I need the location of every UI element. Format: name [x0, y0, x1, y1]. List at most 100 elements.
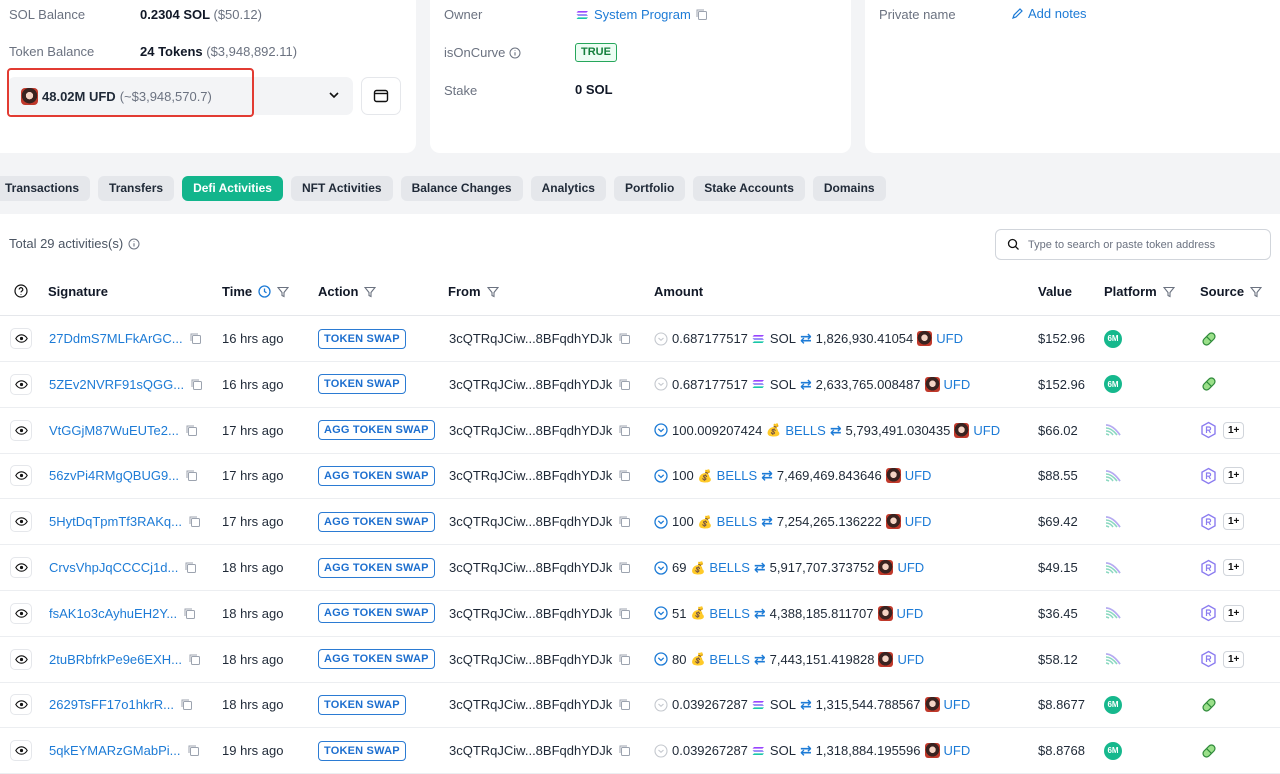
platform-badge[interactable]: 6M	[1104, 741, 1122, 760]
token-out[interactable]: UFD	[897, 606, 924, 621]
raydium-source-icon[interactable]	[1200, 559, 1217, 577]
col-from[interactable]: From	[448, 284, 499, 299]
from-address[interactable]: 3cQTRqJCiw...8BFqdhYDJk	[449, 697, 612, 712]
copy-icon[interactable]	[618, 607, 631, 620]
pill-source-icon[interactable]	[1200, 375, 1218, 393]
search-input[interactable]	[1026, 237, 1260, 252]
copy-icon[interactable]	[189, 332, 202, 345]
copy-icon[interactable]	[187, 744, 200, 757]
signature-link[interactable]: CrvsVhpJqCCCCj1d...	[49, 560, 178, 575]
aggregator-platform-icon[interactable]	[1104, 467, 1122, 485]
view-button[interactable]	[10, 465, 32, 487]
token-in[interactable]: SOL	[770, 377, 796, 392]
token-in[interactable]: SOL	[770, 743, 796, 758]
tab-defi-activities[interactable]: Defi Activities	[182, 176, 283, 201]
more-sources-badge[interactable]: 1+	[1223, 421, 1245, 439]
info-icon[interactable]	[128, 238, 140, 250]
view-button[interactable]	[10, 373, 32, 395]
table-row[interactable]: 5qkEYMARzGMabPi... 19 hrs ago TOKEN SWAP…	[0, 728, 1280, 774]
token-out[interactable]: UFD	[905, 514, 932, 529]
table-row[interactable]: CrvsVhpJqCCCCj1d... 18 hrs ago AGG TOKEN…	[0, 545, 1280, 591]
signature-link[interactable]: VtGGjM87WuEUTe2...	[49, 423, 179, 438]
pill-source-icon[interactable]	[1200, 330, 1218, 348]
token-out[interactable]: UFD	[973, 423, 1000, 438]
token-out[interactable]: UFD	[905, 468, 932, 483]
token-in[interactable]: BELLS	[717, 514, 757, 529]
more-sources-badge[interactable]: 1+	[1223, 513, 1245, 531]
view-button[interactable]	[10, 557, 32, 578]
tab-balance-changes[interactable]: Balance Changes	[400, 176, 523, 201]
raydium-source-icon[interactable]	[1200, 513, 1217, 531]
from-address[interactable]: 3cQTRqJCiw...8BFqdhYDJk	[449, 468, 612, 483]
table-row[interactable]: fsAK1o3cAyhuEH2Y... 18 hrs ago AGG TOKEN…	[0, 591, 1280, 637]
table-row[interactable]: 5HytDqTpmTf3RAKq... 17 hrs ago AGG TOKEN…	[0, 499, 1280, 546]
col-time[interactable]: Time	[222, 284, 290, 299]
expand-icon[interactable]	[654, 331, 668, 346]
token-in[interactable]: SOL	[770, 697, 796, 712]
expand-icon[interactable]	[654, 423, 668, 437]
from-address[interactable]: 3cQTRqJCiw...8BFqdhYDJk	[449, 377, 612, 392]
platform-badge[interactable]: 6M	[1104, 695, 1122, 714]
token-out[interactable]: UFD	[936, 331, 963, 346]
signature-link[interactable]: 56zvPi4RMgQBUG9...	[49, 468, 179, 483]
token-in[interactable]: BELLS	[709, 652, 749, 667]
view-button[interactable]	[10, 419, 32, 441]
aggregator-platform-icon[interactable]	[1104, 650, 1122, 668]
token-out[interactable]: UFD	[944, 743, 971, 758]
token-in[interactable]: BELLS	[785, 423, 825, 438]
copy-icon[interactable]	[185, 469, 198, 482]
pill-source-icon[interactable]	[1200, 696, 1218, 714]
filter-icon[interactable]	[1250, 286, 1263, 298]
tab-stake-accounts[interactable]: Stake Accounts	[693, 176, 805, 201]
table-row[interactable]: 5ZEv2NVRF91sQGG... 16 hrs ago TOKEN SWAP…	[0, 362, 1280, 408]
platform-badge[interactable]: 6M	[1104, 375, 1122, 394]
expand-icon[interactable]	[654, 560, 668, 575]
raydium-source-icon[interactable]	[1200, 604, 1217, 622]
filter-icon[interactable]	[486, 286, 499, 298]
tab-transactions[interactable]: Transactions	[0, 176, 91, 201]
filter-icon[interactable]	[1162, 286, 1175, 298]
copy-icon[interactable]	[695, 8, 708, 21]
add-notes-link[interactable]: Add notes	[1011, 6, 1087, 21]
expand-icon[interactable]	[654, 744, 668, 758]
pill-source-icon[interactable]	[1200, 742, 1218, 760]
aggregator-platform-icon[interactable]	[1104, 513, 1122, 531]
expand-icon[interactable]	[654, 652, 668, 666]
copy-icon[interactable]	[618, 653, 631, 666]
table-row[interactable]: 27DdmS7MLFkArGC... 16 hrs ago TOKEN SWAP…	[0, 316, 1280, 362]
view-button[interactable]	[10, 694, 32, 716]
clock-icon[interactable]	[258, 285, 271, 298]
token-in[interactable]: BELLS	[717, 468, 757, 483]
view-button[interactable]	[10, 602, 32, 624]
copy-icon[interactable]	[185, 424, 198, 437]
tab-domains[interactable]: Domains	[812, 176, 886, 201]
from-address[interactable]: 3cQTRqJCiw...8BFqdhYDJk	[449, 560, 612, 575]
filter-icon[interactable]	[277, 286, 290, 298]
token-in[interactable]: SOL	[770, 331, 796, 346]
view-button[interactable]	[10, 648, 32, 670]
tab-transfers[interactable]: Transfers	[98, 176, 175, 201]
expand-icon[interactable]	[654, 377, 668, 391]
copy-icon[interactable]	[188, 653, 201, 666]
aggregator-platform-icon[interactable]	[1104, 559, 1122, 577]
expand-icon[interactable]	[654, 469, 668, 483]
signature-link[interactable]: 5ZEv2NVRF91sQGG...	[49, 377, 184, 392]
more-sources-badge[interactable]: 1+	[1223, 604, 1245, 622]
info-icon[interactable]	[509, 47, 521, 59]
copy-icon[interactable]	[618, 424, 631, 437]
copy-icon[interactable]	[184, 561, 197, 574]
expand-icon[interactable]	[654, 606, 668, 620]
table-row[interactable]: 2629TsFF17o1hkrR... 18 hrs ago TOKEN SWA…	[0, 682, 1280, 729]
from-address[interactable]: 3cQTRqJCiw...8BFqdhYDJk	[449, 743, 612, 758]
copy-icon[interactable]	[618, 515, 631, 528]
aggregator-platform-icon[interactable]	[1104, 604, 1122, 622]
raydium-source-icon[interactable]	[1200, 650, 1217, 668]
copy-icon[interactable]	[618, 561, 631, 574]
copy-icon[interactable]	[618, 698, 631, 711]
table-row[interactable]: 2tuBRbfrkPe9e6EXH... 18 hrs ago AGG TOKE…	[0, 637, 1280, 683]
copy-icon[interactable]	[188, 515, 201, 528]
view-button[interactable]	[10, 328, 32, 349]
signature-link[interactable]: 27DdmS7MLFkArGC...	[49, 331, 183, 346]
owner-link[interactable]: System Program	[594, 7, 691, 22]
tab-analytics[interactable]: Analytics	[530, 176, 606, 201]
